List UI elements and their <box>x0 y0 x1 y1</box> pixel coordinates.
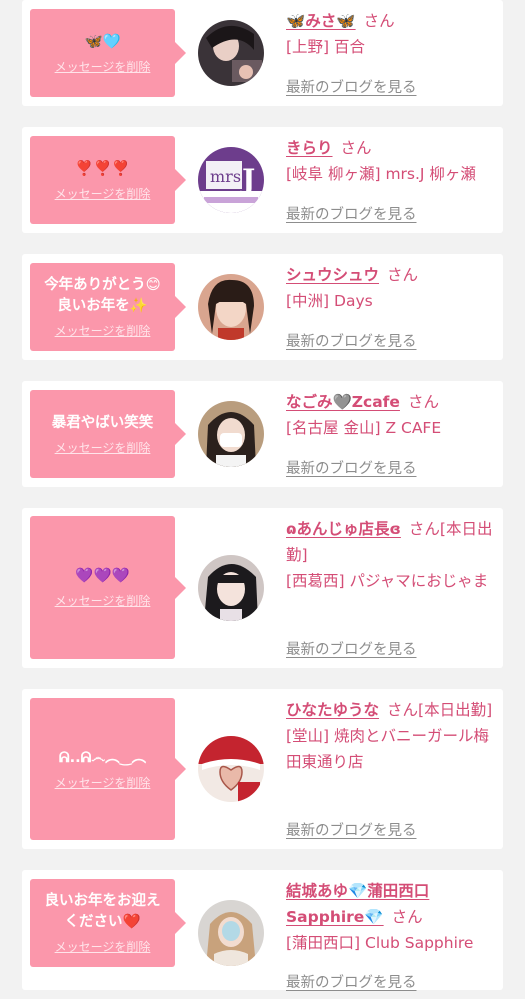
delete-message-link[interactable]: メッセージを削除 <box>55 185 151 202</box>
message-text: 暴君やばい笑笑 <box>51 414 154 431</box>
honorific: さん[本日出勤] <box>387 701 493 719</box>
latest-blog-link[interactable]: 最新のブログを見る <box>286 203 417 224</box>
shop-name: [上野] 百合 <box>286 38 366 56</box>
cast-name-link[interactable]: きらり <box>286 139 333 157</box>
message-card: 暴君やばい笑笑 メッセージを削除 なごみ🩶Zcafe さん [名古屋 金山] Z … <box>22 381 503 487</box>
honorific: さん <box>407 393 439 411</box>
message-bubble: 🦋🩵 メッセージを削除 <box>30 9 186 97</box>
delete-message-link[interactable]: メッセージを削除 <box>55 58 151 75</box>
message-text: ᕱ..ᕱ෴︵‿︵ <box>58 749 147 766</box>
delete-message-link[interactable]: メッセージを削除 <box>55 322 151 339</box>
cast-name-link[interactable]: ひなたゆうな <box>286 701 379 719</box>
message-card: 良いお年をお迎え ください❤️ メッセージを削除 結城あゆ💎蒲田西口Sapphi… <box>22 870 503 992</box>
entry-info: 結城あゆ💎蒲田西口Sapphire💎 さん [蒲田西口] Club Sapphir… <box>286 878 497 956</box>
delete-message-link[interactable]: メッセージを削除 <box>55 439 151 456</box>
entry-info: ɷあんじゅ店長ɞ さん[本日出勤] [西葛西] パジャマにおじゃま <box>286 516 497 594</box>
message-text: 良いお年をお迎え ください❤️ <box>44 893 161 930</box>
entry-info: 🦋みさ🦋 さん [上野] 百合 <box>286 8 497 60</box>
message-text: ❣️❣️❣️ <box>75 160 130 177</box>
entry-info: きらり さん [岐阜 柳ヶ瀬] mrs.J 柳ヶ瀬 <box>286 135 497 187</box>
avatar[interactable] <box>198 736 264 802</box>
message-bubble: ᕱ..ᕱ෴︵‿︵ メッセージを削除 <box>30 698 186 840</box>
message-text: 💜💜💜 <box>75 568 130 584</box>
message-card: ᕱ..ᕱ෴︵‿︵ メッセージを削除 ひなたゆうな さん[本日出勤] [堂山] 焼肉… <box>22 689 503 849</box>
shop-name: [蒲田西口] Club Sapphire <box>286 934 474 952</box>
latest-blog-link[interactable]: 最新のブログを見る <box>286 330 417 351</box>
avatar[interactable] <box>198 20 264 86</box>
message-bubble: 💜💜💜 メッセージを削除 <box>30 516 186 659</box>
honorific: さん <box>363 12 395 30</box>
avatar[interactable] <box>198 274 264 340</box>
cast-name-link[interactable]: 🦋みさ🦋 <box>286 12 356 30</box>
latest-blog-link[interactable]: 最新のブログを見る <box>286 457 417 478</box>
svg-text:J: J <box>239 163 255 196</box>
svg-text:mrs: mrs <box>210 167 241 186</box>
avatar[interactable] <box>198 555 264 621</box>
message-bubble: 今年ありがとう😊 良いお年を✨ メッセージを削除 <box>30 263 186 351</box>
message-card: 🦋🩵 メッセージを削除 🦋みさ🦋 さん [上野] 百合 最新のブログを見る <box>22 0 503 106</box>
latest-blog-link[interactable]: 最新のブログを見る <box>286 971 417 992</box>
avatar[interactable] <box>198 900 264 966</box>
delete-message-link[interactable]: メッセージを削除 <box>55 774 151 791</box>
latest-blog-link[interactable]: 最新のブログを見る <box>286 76 417 97</box>
avatar[interactable] <box>198 401 264 467</box>
delete-message-link[interactable]: メッセージを削除 <box>55 938 151 955</box>
latest-blog-link[interactable]: 最新のブログを見る <box>286 638 417 659</box>
message-bubble: ❣️❣️❣️ メッセージを削除 <box>30 136 186 224</box>
message-bubble: 暴君やばい笑笑 メッセージを削除 <box>30 390 186 478</box>
avatar[interactable]: mrs J <box>198 147 264 213</box>
cast-name-link[interactable]: なごみ🩶Zcafe <box>286 393 400 411</box>
honorific: さん <box>387 266 419 284</box>
entry-info: シュウシュウ さん [中洲] Days <box>286 262 497 314</box>
honorific: さん <box>391 908 423 926</box>
delete-message-link[interactable]: メッセージを削除 <box>55 592 151 609</box>
message-card: 今年ありがとう😊 良いお年を✨ メッセージを削除 シュウシュウ さん [中洲] D… <box>22 254 503 360</box>
entry-info: ひなたゆうな さん[本日出勤] [堂山] 焼肉とバニーガール梅田東通り店 <box>286 697 497 775</box>
message-card: 💜💜💜 メッセージを削除 ɷあんじゅ店長ɞ さん[本日出勤] [西葛西] パジャマ… <box>22 508 503 668</box>
message-list: 🦋🩵 メッセージを削除 🦋みさ🦋 さん [上野] 百合 最新のブログを見る ❣️❣… <box>0 0 525 999</box>
shop-name: [西葛西] パジャマにおじゃま <box>286 572 489 590</box>
entry-info: なごみ🩶Zcafe さん [名古屋 金山] Z CAFE <box>286 389 497 441</box>
cast-name-link[interactable]: ɷあんじゅ店長ɞ <box>286 520 401 538</box>
shop-name: [堂山] 焼肉とバニーガール梅田東通り店 <box>286 727 490 771</box>
message-text: 🦋🩵 <box>84 33 121 50</box>
cast-name-link[interactable]: シュウシュウ <box>286 266 379 284</box>
message-text: 今年ありがとう😊 良いお年を✨ <box>44 277 161 314</box>
shop-name: [名古屋 金山] Z CAFE <box>286 419 442 437</box>
shop-name: [中洲] Days <box>286 292 373 310</box>
shop-name: [岐阜 柳ヶ瀬] mrs.J 柳ヶ瀬 <box>286 165 476 183</box>
message-card: ❣️❣️❣️ メッセージを削除 mrs J きらり さん [岐阜 柳ヶ瀬] mrs.… <box>22 127 503 233</box>
latest-blog-link[interactable]: 最新のブログを見る <box>286 819 417 840</box>
honorific: さん <box>340 139 372 157</box>
message-bubble: 良いお年をお迎え ください❤️ メッセージを削除 <box>30 879 186 967</box>
